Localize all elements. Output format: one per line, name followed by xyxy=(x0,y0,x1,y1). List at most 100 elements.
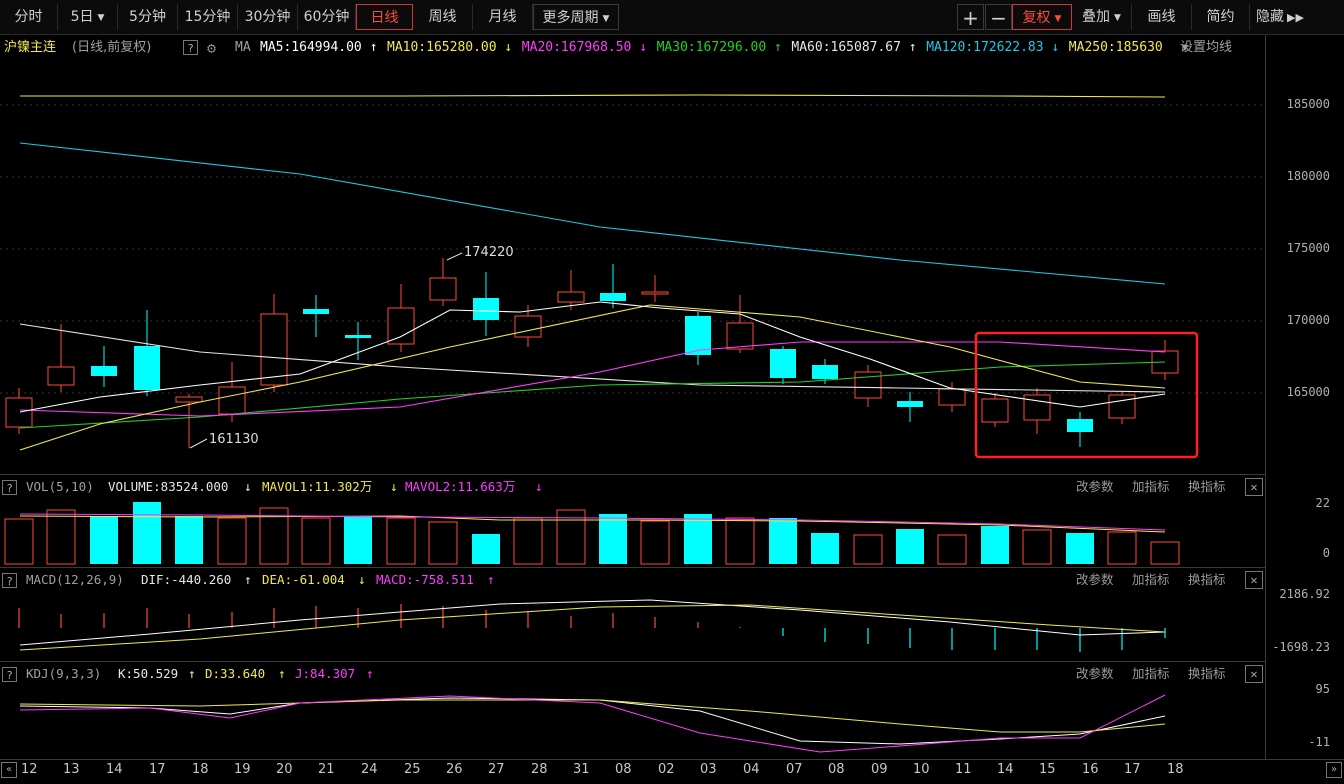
date-tick: 13 xyxy=(63,762,80,777)
vol-tick: 22 xyxy=(1315,496,1330,510)
volume-bar xyxy=(1107,531,1137,565)
d-line xyxy=(19,699,1166,733)
j-value: J:84.307 xyxy=(295,666,356,681)
candle-body xyxy=(345,335,371,338)
period-30min[interactable]: 30分钟 xyxy=(238,4,298,30)
volume-bar xyxy=(1066,533,1094,564)
volume-bar xyxy=(811,533,839,564)
d-value: D:33.640 xyxy=(205,666,266,681)
volume-bar xyxy=(175,516,203,564)
price-tick: 180000 xyxy=(1286,169,1330,183)
macd-chart[interactable] xyxy=(0,592,1265,660)
yincang-button[interactable]: 隐藏 ▶▶ xyxy=(1250,4,1310,30)
diejia-label: 叠加 xyxy=(1082,9,1111,25)
help-icon[interactable]: ? xyxy=(2,667,17,682)
diejia-button[interactable]: 叠加 ▼ xyxy=(1072,4,1132,30)
add-indicator-button[interactable]: 加指标 xyxy=(1132,663,1170,685)
volume-bar xyxy=(46,509,76,565)
period-more[interactable]: 更多周期 ▼ xyxy=(533,4,619,30)
volume-bar xyxy=(1150,541,1180,565)
switch-indicator-button[interactable]: 换指标 xyxy=(1188,476,1226,498)
axis-divider xyxy=(1265,35,1266,760)
add-indicator-button[interactable]: 加指标 xyxy=(1132,569,1170,591)
period-fenshi[interactable]: 分时 xyxy=(0,4,58,30)
zoom-out-button[interactable]: − xyxy=(985,4,1012,30)
fuquan-button[interactable]: 复权 ▼ xyxy=(1012,4,1072,30)
date-tick: 10 xyxy=(913,762,930,777)
kdj-chart[interactable] xyxy=(0,686,1265,758)
candle-body xyxy=(726,322,754,350)
period-5min[interactable]: 5分钟 xyxy=(118,4,178,30)
period-monthly[interactable]: 月线 xyxy=(473,4,533,30)
volume-bar xyxy=(684,514,712,564)
fuquan-label: 复权 xyxy=(1022,10,1051,26)
panel-divider xyxy=(0,661,1265,662)
date-tick: 16 xyxy=(1082,762,1099,777)
period-daily[interactable]: 日线 xyxy=(356,4,413,30)
price-tick: 185000 xyxy=(1286,97,1330,111)
switch-indicator-button[interactable]: 换指标 xyxy=(1188,663,1226,685)
panel-divider xyxy=(0,567,1265,568)
kdj-header: ? KDJ(9,3,3) K:50.529 ↑ D:33.640 ↑ J:84.… xyxy=(0,663,1265,685)
chevron-down-icon: ▼ xyxy=(1054,14,1062,24)
help-icon[interactable]: ? xyxy=(2,573,17,588)
change-params-button[interactable]: 改参数 xyxy=(1076,663,1114,685)
volume-value: VOLUME:83524.000 xyxy=(108,479,229,494)
ma-label: MA xyxy=(235,40,251,55)
period-5day[interactable]: 5日 ▼ xyxy=(58,4,118,30)
price-tick: 175000 xyxy=(1286,241,1330,255)
date-tick: 12 xyxy=(21,762,38,777)
volume-bar xyxy=(1022,529,1052,565)
date-tick: 03 xyxy=(700,762,717,777)
candle-body xyxy=(1067,419,1093,432)
candle-body xyxy=(218,386,246,415)
scroll-right-icon[interactable]: » xyxy=(1326,762,1342,778)
period-more-label: 更多周期 xyxy=(542,10,599,26)
help-icon[interactable]: ? xyxy=(2,480,17,495)
dif-value: DIF:-440.260 xyxy=(141,572,232,587)
date-tick: 14 xyxy=(997,762,1014,777)
candle-body xyxy=(600,293,626,301)
add-indicator-button[interactable]: 加指标 xyxy=(1132,476,1170,498)
zoom-in-button[interactable]: + xyxy=(957,4,984,30)
chevron-down-icon: ▼ xyxy=(1114,13,1121,23)
change-params-button[interactable]: 改参数 xyxy=(1076,476,1114,498)
ma250-line xyxy=(20,94,1166,98)
date-tick: 18 xyxy=(1167,762,1184,777)
date-tick: 25 xyxy=(404,762,421,777)
help-icon[interactable]: ? xyxy=(183,40,198,55)
period-weekly[interactable]: 周线 xyxy=(413,4,473,30)
huaxian-button[interactable]: 画线 xyxy=(1132,4,1192,30)
candle-body xyxy=(47,366,75,386)
kdj-title: KDJ(9,3,3) xyxy=(26,666,102,681)
double-chevron-right-icon: ▶▶ xyxy=(1287,11,1304,24)
volume-chart[interactable] xyxy=(0,499,1265,567)
close-icon[interactable]: ✕ xyxy=(1245,571,1263,589)
volume-bar xyxy=(472,534,500,564)
change-params-button[interactable]: 改参数 xyxy=(1076,569,1114,591)
annotation-leader xyxy=(446,252,463,261)
close-icon[interactable]: ✕ xyxy=(1245,665,1263,683)
kdj-tick: -11 xyxy=(1308,735,1330,749)
date-tick: 19 xyxy=(234,762,251,777)
candle-body xyxy=(557,291,585,303)
close-icon[interactable]: ✕ xyxy=(1245,478,1263,496)
candlestick-chart[interactable]: 174220 161130 xyxy=(0,62,1265,472)
period-60min[interactable]: 60分钟 xyxy=(298,4,356,30)
date-tick: 18 xyxy=(192,762,209,777)
switch-indicator-button[interactable]: 换指标 xyxy=(1188,569,1226,591)
candle-body xyxy=(641,291,669,295)
ma-value-5: MA120:172622.83 ↓ xyxy=(926,40,1060,55)
jianyue-button[interactable]: 简约 xyxy=(1192,4,1250,30)
volume-bar xyxy=(386,517,416,565)
k-value: K:50.529 xyxy=(118,666,179,681)
candle-body xyxy=(1023,394,1051,421)
j-arrow: ↑ xyxy=(366,666,374,681)
date-tick: 17 xyxy=(1124,762,1141,777)
volume-bar xyxy=(981,526,1009,564)
vol-title: VOL(5,10) xyxy=(26,479,94,494)
candle-body xyxy=(938,388,966,406)
period-15min[interactable]: 15分钟 xyxy=(178,4,238,30)
gear-icon[interactable]: ⚙ xyxy=(207,35,216,61)
date-tick: 11 xyxy=(955,762,972,777)
